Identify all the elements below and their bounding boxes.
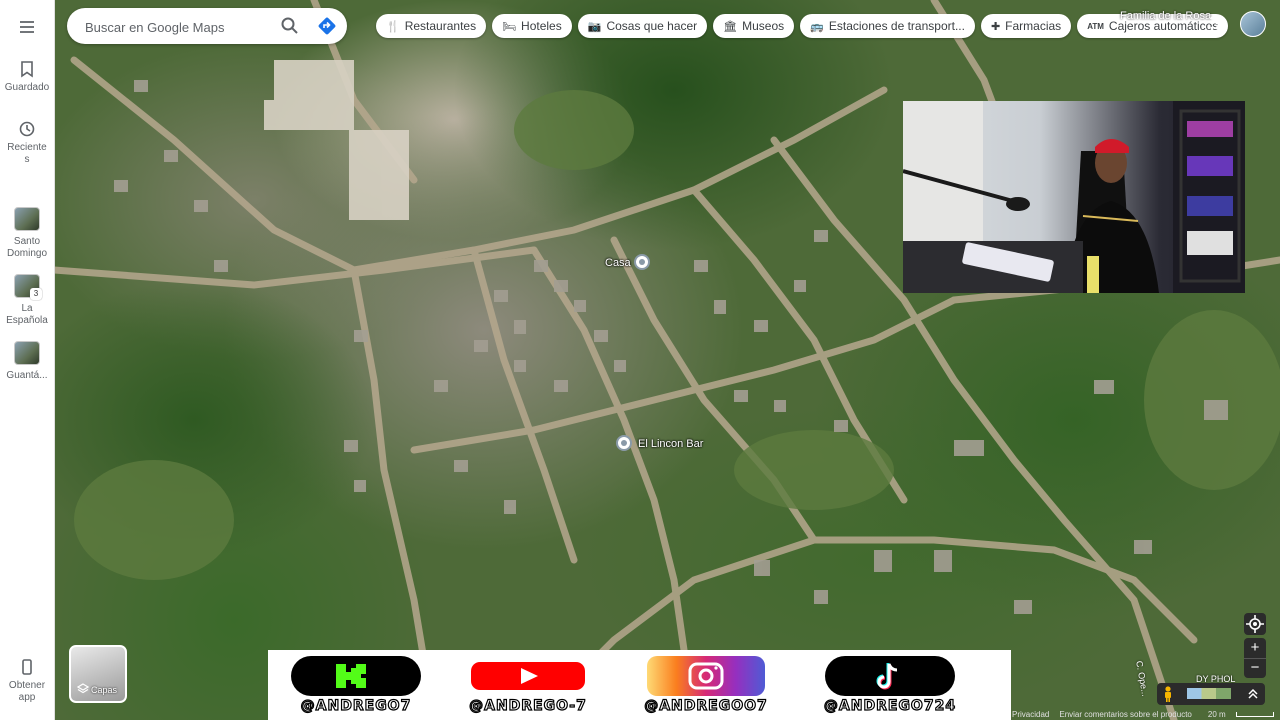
chevron-up-icon[interactable] [1247, 688, 1259, 700]
camera-icon: 📷 [587, 20, 602, 33]
saved-button[interactable]: Guardado [0, 60, 54, 94]
chip-farmacias[interactable]: ✚ Farmacias [980, 14, 1072, 38]
recent-place-santo-domingo[interactable]: Santo Domingo [0, 207, 54, 260]
social-youtube: @ANDREGO-7 [438, 656, 618, 715]
pharmacy-icon: ✚ [990, 20, 1001, 33]
layers-label: Capas [91, 685, 118, 695]
recents-button[interactable]: Recientes [0, 120, 54, 166]
chip-label: Cosas que hacer [606, 19, 698, 33]
place-label-casa[interactable]: Casa [605, 257, 631, 269]
social-kick: @ANDREGO7 [266, 656, 446, 715]
recent-place-guanta[interactable]: Guantá... [0, 341, 54, 382]
zoom-out-button[interactable]: − [1244, 658, 1266, 679]
my-location-icon [1246, 615, 1264, 633]
chip-label: Farmacias [1005, 19, 1062, 33]
chip-label: Estaciones de transport... [828, 19, 965, 33]
rail-label: Santo Domingo [6, 236, 48, 259]
search-input[interactable] [83, 16, 277, 38]
place-label-el-lincon-bar[interactable]: El Lincon Bar [638, 438, 703, 450]
history-icon [19, 121, 35, 137]
map-footer: Privacidad Enviar comentarios sobre el p… [1012, 708, 1274, 720]
kick-logo-icon [291, 656, 421, 696]
layers-icon [77, 683, 89, 694]
privacy-link[interactable]: Privacidad [1012, 710, 1049, 719]
imagery-thumbnails[interactable] [1187, 688, 1231, 699]
social-handle: @ANDREGO7 [300, 697, 412, 714]
rail-label: Recientes [7, 142, 47, 165]
feedback-link[interactable]: Enviar comentarios sobre el producto [1059, 710, 1192, 719]
social-instagram: @ANDREGOO7 [616, 656, 796, 715]
bookmark-icon [21, 61, 33, 78]
pegman-icon[interactable] [1163, 686, 1173, 702]
category-chips: 🍴 Restaurantes 🛏 Hoteles 📷 Cosas que hacer … [376, 14, 1229, 40]
social-handle: @ANDREGOO7 [644, 697, 768, 714]
phone-icon [22, 659, 32, 675]
place-thumbnail [14, 341, 40, 365]
webcam-scene [903, 101, 1245, 293]
place-marker-el-lincon-bar[interactable] [616, 435, 632, 451]
avatar[interactable] [1240, 11, 1266, 37]
rail-label: Guardado [4, 82, 50, 93]
count-badge: 3 [30, 288, 42, 300]
chip-restaurantes[interactable]: 🍴 Restaurantes [376, 14, 487, 38]
bus-icon: 🚌 [810, 20, 824, 33]
bed-icon: 🛏 [502, 20, 517, 33]
place-thumbnail [14, 207, 40, 231]
webcam-overlay [903, 101, 1245, 293]
rail-label: Guantá... [6, 370, 48, 381]
recent-place-la-espanola[interactable]: 3 La Española [0, 274, 54, 327]
search-box [67, 8, 347, 44]
scale-bar [1235, 711, 1274, 717]
menu-button[interactable] [0, 18, 54, 40]
place-marker-casa[interactable] [634, 254, 650, 270]
youtube-logo-icon [463, 656, 593, 696]
street-view-bar [1157, 683, 1265, 705]
chip-museos[interactable]: 🏛 Museos [713, 14, 795, 38]
my-location-button[interactable] [1244, 613, 1266, 635]
museum-icon: 🏛 [723, 20, 738, 33]
atm-icon: ATM [1087, 21, 1104, 31]
instagram-logo-icon [647, 656, 765, 696]
left-rail: Guardado Recientes Santo Domingo 3 La Es… [0, 0, 55, 720]
zoom-in-button[interactable]: + [1244, 638, 1266, 658]
social-handle: @ANDREGO724 [823, 697, 957, 714]
chip-hoteles[interactable]: 🛏 Hoteles [492, 14, 572, 38]
tiktok-logo-icon [825, 656, 955, 696]
chip-label: Hoteles [521, 19, 562, 33]
social-banner: @ANDREGO7 @ANDREGO-7 @ANDREGOO7 @ANDREGO… [268, 650, 1011, 720]
place-thumbnail: 3 [14, 274, 42, 300]
rail-label: La Española [6, 303, 48, 326]
social-tiktok: @ANDREGO724 [800, 656, 980, 715]
map-place-label[interactable]: Familia de la Rosa [1120, 10, 1211, 22]
apps-grid-icon[interactable] [1210, 16, 1224, 30]
chip-cosas-que-hacer[interactable]: 📷 Cosas que hacer [577, 14, 708, 38]
fork-knife-icon: 🍴 [386, 20, 400, 33]
chip-label: Restaurantes [404, 19, 477, 33]
directions-icon[interactable] [317, 16, 337, 36]
layers-button[interactable]: Capas [69, 645, 127, 703]
chip-estaciones[interactable]: 🚌 Estaciones de transport... [800, 14, 975, 38]
social-handle: @ANDREGO-7 [469, 697, 587, 714]
rail-label: Obtener app [8, 680, 46, 703]
zoom-controls: + − [1244, 638, 1266, 678]
scale-label[interactable]: 20 m [1208, 710, 1226, 719]
search-icon[interactable] [280, 16, 300, 36]
hamburger-icon [20, 21, 34, 33]
get-app-button[interactable]: Obtener app [0, 658, 54, 704]
chip-label: Museos [742, 19, 785, 33]
